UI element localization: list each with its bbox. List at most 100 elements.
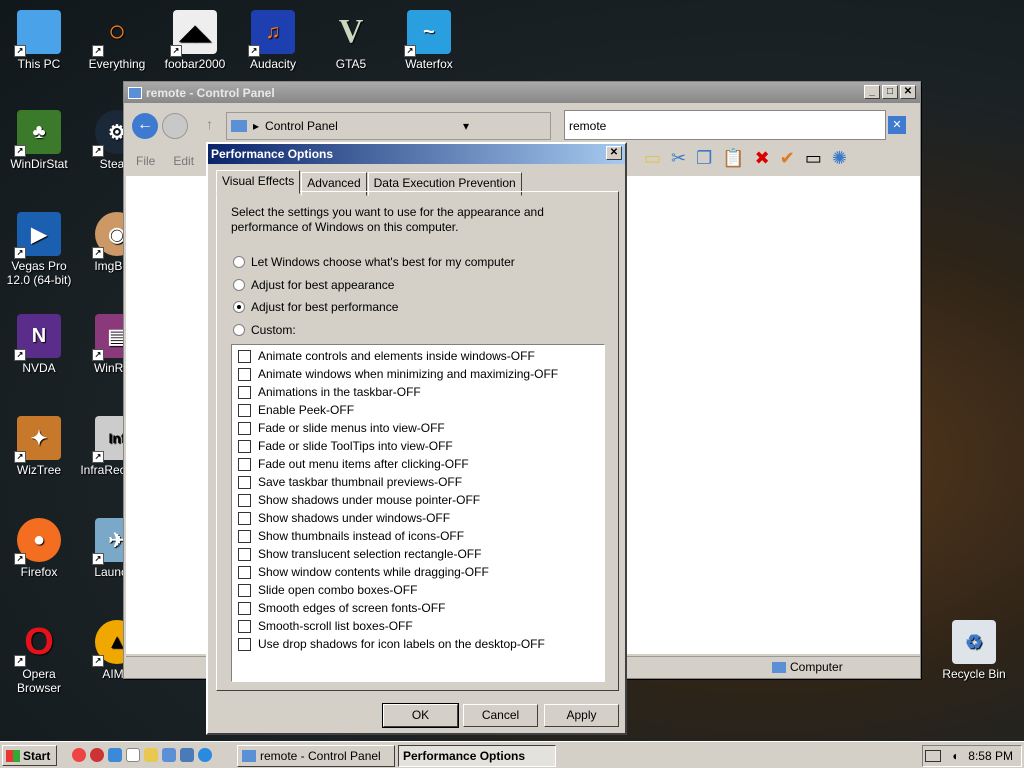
effect-item[interactable]: Show thumbnails instead of icons-OFF <box>232 527 604 545</box>
address-bar[interactable]: ▸ Control Panel ▾ ⇄ <box>226 112 649 140</box>
desktop-icon-this-pc[interactable]: ↗ This PC <box>0 10 78 71</box>
desktop-icon-gta5[interactable]: V GTA5 <box>312 10 390 71</box>
radio-button[interactable] <box>233 256 245 268</box>
checkbox[interactable] <box>238 367 251 381</box>
checkbox[interactable] <box>238 529 251 543</box>
volume-icon[interactable]: ◖ <box>951 749 958 763</box>
search-input[interactable]: remote <box>564 110 886 140</box>
checkbox[interactable] <box>238 457 251 471</box>
desktop-icon-label: Everything <box>88 57 146 71</box>
chevron-down-icon[interactable]: ▾ <box>463 119 469 133</box>
radio-custom[interactable]: Custom: <box>233 323 296 337</box>
effect-item[interactable]: Smooth edges of screen fonts-OFF <box>232 599 604 617</box>
effect-item[interactable]: Enable Peek-OFF <box>232 401 604 419</box>
checkbox[interactable] <box>238 349 251 363</box>
radio-button-selected[interactable] <box>233 301 245 313</box>
folder-icon[interactable] <box>144 748 158 762</box>
delete-icon[interactable]: ✖ <box>755 148 770 169</box>
effect-item[interactable]: Slide open combo boxes-OFF <box>232 581 604 599</box>
desktop-icon-everything[interactable]: ○ ↗ Everything <box>78 10 156 71</box>
ok-button[interactable]: OK <box>382 703 459 728</box>
desktop-icon-recycle-bin[interactable]: ♻ Recycle Bin <box>935 620 1013 681</box>
start-button[interactable]: Start <box>2 745 57 766</box>
minimize-button[interactable]: _ <box>864 85 880 99</box>
up-arrow-icon[interactable]: ↑ <box>206 116 213 132</box>
control-panel-icon[interactable] <box>162 748 176 762</box>
checkbox[interactable] <box>238 439 251 453</box>
radio-best-performance[interactable]: Adjust for best performance <box>233 300 398 314</box>
paste-icon[interactable]: 📋 <box>722 148 744 169</box>
radio-button[interactable] <box>233 279 245 291</box>
effect-item[interactable]: Save taskbar thumbnail previews-OFF <box>232 473 604 491</box>
effect-item[interactable]: Fade or slide menus into view-OFF <box>232 419 604 437</box>
menu-edit[interactable]: Edit <box>173 154 194 168</box>
desktop-icon-label: Audacity <box>249 57 297 71</box>
desktop-icon-firefox[interactable]: ● ↗ Firefox <box>0 518 78 579</box>
desktop-icon-wiztree[interactable]: ✦ ↗ WizTree <box>0 416 78 477</box>
radio-label: Adjust for best performance <box>251 300 399 314</box>
effect-item[interactable]: Show shadows under mouse pointer-OFF <box>232 491 604 509</box>
back-arrow-icon[interactable]: ← <box>132 113 158 139</box>
effect-item[interactable]: Fade or slide ToolTips into view-OFF <box>232 437 604 455</box>
effect-item[interactable]: Fade out menu items after clicking-OFF <box>232 455 604 473</box>
app-icon[interactable] <box>90 748 104 762</box>
effect-item[interactable]: Animate controls and elements inside win… <box>232 347 604 365</box>
desktop-icon-waterfox[interactable]: ~ ↗ Waterfox <box>390 10 468 71</box>
radio-let-windows-choose[interactable]: Let Windows choose what's best for my co… <box>233 255 515 269</box>
menu-file[interactable]: File <box>136 154 155 168</box>
checkbox[interactable] <box>238 547 251 561</box>
monitor-icon[interactable] <box>108 748 122 762</box>
task-control-panel[interactable]: remote - Control Panel <box>237 745 395 767</box>
effect-item[interactable]: Animate windows when minimizing and maxi… <box>232 365 604 383</box>
desktop-icon-windirstat[interactable]: ♣ ↗ WinDirStat <box>0 110 78 171</box>
effect-item[interactable]: Show shadows under windows-OFF <box>232 509 604 527</box>
radio-best-appearance[interactable]: Adjust for best appearance <box>233 278 394 292</box>
document-icon[interactable] <box>126 748 140 762</box>
checkbox[interactable] <box>238 421 251 435</box>
checkmark-icon[interactable]: ✔ <box>780 148 795 169</box>
effect-item[interactable]: Show translucent selection rectangle-OFF <box>232 545 604 563</box>
clock[interactable]: 8:58 PM <box>968 749 1013 763</box>
effect-item[interactable]: Animations in the taskbar-OFF <box>232 383 604 401</box>
properties-icon[interactable]: ✺ <box>832 148 847 169</box>
explorer-icon[interactable] <box>180 748 194 762</box>
checkbox[interactable] <box>238 403 251 417</box>
effect-item[interactable]: Show window contents while dragging-OFF <box>232 563 604 581</box>
apply-button[interactable]: Apply <box>544 704 619 727</box>
desktop-icon-audacity[interactable]: ♫ ↗ Audacity <box>234 10 312 71</box>
checkbox[interactable] <box>238 637 251 651</box>
dialog-titlebar[interactable]: Performance Options ✕ <box>208 144 625 164</box>
radio-button[interactable] <box>233 324 245 336</box>
effect-item[interactable]: Use drop shadows for icon labels on the … <box>232 635 604 653</box>
checkbox[interactable] <box>238 583 251 597</box>
rename-icon[interactable]: ▭ <box>805 148 822 169</box>
checkbox[interactable] <box>238 511 251 525</box>
checkbox[interactable] <box>238 475 251 489</box>
checkbox[interactable] <box>238 385 251 399</box>
tab-visual-effects[interactable]: Visual Effects <box>216 170 301 194</box>
edge-icon[interactable] <box>198 748 212 762</box>
dialog-close-button[interactable]: ✕ <box>606 146 622 160</box>
visual-effects-list[interactable]: Animate controls and elements inside win… <box>231 344 605 682</box>
maximize-button[interactable]: □ <box>882 85 898 99</box>
desktop-icon-foobar2000[interactable]: ◢◣ ↗ foobar2000 <box>156 10 234 71</box>
checkbox[interactable] <box>238 565 251 579</box>
close-button[interactable]: ✕ <box>900 85 916 99</box>
desktop-icon-opera[interactable]: O ↗ Opera Browser <box>0 620 78 695</box>
control-panel-titlebar[interactable]: remote - Control Panel _ □ ✕ <box>124 82 920 103</box>
desktop-icon-nvda[interactable]: N ↗ NVDA <box>0 314 78 375</box>
cut-icon[interactable]: ✂ <box>671 148 686 169</box>
folder-icon[interactable]: ▭ <box>644 148 661 169</box>
checkbox[interactable] <box>238 601 251 615</box>
clear-search-icon[interactable]: ✕ <box>888 116 906 134</box>
checkbox[interactable] <box>238 619 251 633</box>
chrome-icon[interactable] <box>72 748 86 762</box>
cancel-button[interactable]: Cancel <box>463 704 538 727</box>
desktop-icon-vegas[interactable]: ▶ ↗ Vegas Pro 12.0 (64-bit) <box>0 212 78 287</box>
forward-arrow-icon[interactable] <box>162 113 188 139</box>
effect-item[interactable]: Smooth-scroll list boxes-OFF <box>232 617 604 635</box>
copy-icon[interactable]: ❐ <box>696 148 712 169</box>
task-performance-options[interactable]: Performance Options <box>398 745 556 767</box>
checkbox[interactable] <box>238 493 251 507</box>
network-icon[interactable] <box>925 750 942 762</box>
